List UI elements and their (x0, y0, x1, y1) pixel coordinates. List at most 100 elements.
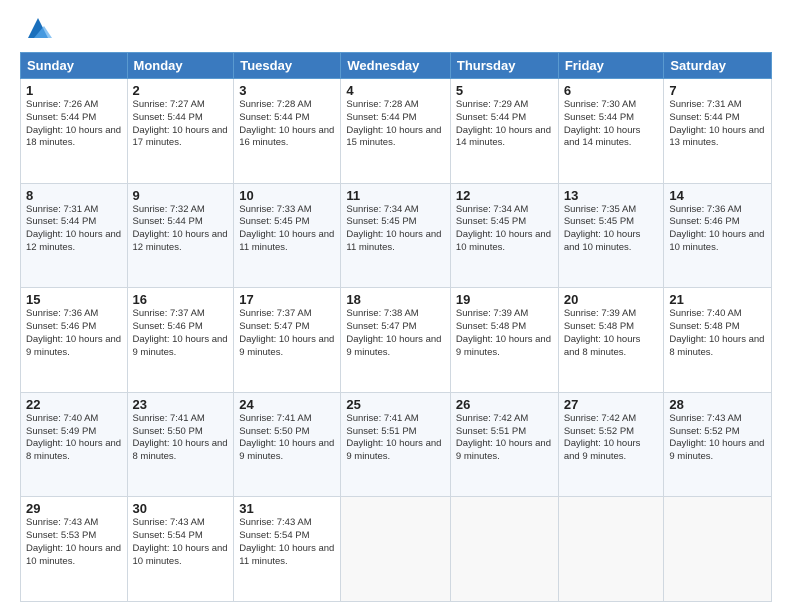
day-info: Sunrise: 7:31 AMSunset: 5:44 PMDaylight:… (669, 99, 764, 148)
calendar-cell: 2 Sunrise: 7:27 AMSunset: 5:44 PMDayligh… (127, 79, 234, 184)
day-header-tuesday: Tuesday (234, 53, 341, 79)
day-info: Sunrise: 7:33 AMSunset: 5:45 PMDaylight:… (239, 204, 334, 253)
calendar-cell (558, 497, 664, 602)
day-number: 19 (456, 292, 553, 307)
calendar-cell: 5 Sunrise: 7:29 AMSunset: 5:44 PMDayligh… (450, 79, 558, 184)
day-number: 31 (239, 501, 335, 516)
calendar-cell: 25 Sunrise: 7:41 AMSunset: 5:51 PMDaylig… (341, 392, 451, 497)
day-info: Sunrise: 7:28 AMSunset: 5:44 PMDaylight:… (239, 99, 334, 148)
day-info: Sunrise: 7:42 AMSunset: 5:52 PMDaylight:… (564, 413, 641, 462)
calendar-cell: 8 Sunrise: 7:31 AMSunset: 5:44 PMDayligh… (21, 183, 128, 288)
calendar-cell: 31 Sunrise: 7:43 AMSunset: 5:54 PMDaylig… (234, 497, 341, 602)
page: SundayMondayTuesdayWednesdayThursdayFrid… (0, 0, 792, 612)
calendar-cell: 4 Sunrise: 7:28 AMSunset: 5:44 PMDayligh… (341, 79, 451, 184)
day-info: Sunrise: 7:40 AMSunset: 5:48 PMDaylight:… (669, 308, 764, 357)
day-number: 28 (669, 397, 766, 412)
day-info: Sunrise: 7:34 AMSunset: 5:45 PMDaylight:… (346, 204, 441, 253)
calendar-week-row: 15 Sunrise: 7:36 AMSunset: 5:46 PMDaylig… (21, 288, 772, 393)
day-number: 18 (346, 292, 445, 307)
calendar-cell (664, 497, 772, 602)
day-info: Sunrise: 7:43 AMSunset: 5:53 PMDaylight:… (26, 517, 121, 566)
day-number: 22 (26, 397, 122, 412)
day-info: Sunrise: 7:43 AMSunset: 5:52 PMDaylight:… (669, 413, 764, 462)
day-number: 4 (346, 83, 445, 98)
calendar-cell: 15 Sunrise: 7:36 AMSunset: 5:46 PMDaylig… (21, 288, 128, 393)
day-number: 2 (133, 83, 229, 98)
calendar-week-row: 22 Sunrise: 7:40 AMSunset: 5:49 PMDaylig… (21, 392, 772, 497)
day-header-saturday: Saturday (664, 53, 772, 79)
day-number: 25 (346, 397, 445, 412)
calendar-cell: 28 Sunrise: 7:43 AMSunset: 5:52 PMDaylig… (664, 392, 772, 497)
day-info: Sunrise: 7:39 AMSunset: 5:48 PMDaylight:… (564, 308, 641, 357)
day-number: 23 (133, 397, 229, 412)
calendar-cell: 24 Sunrise: 7:41 AMSunset: 5:50 PMDaylig… (234, 392, 341, 497)
calendar-cell: 30 Sunrise: 7:43 AMSunset: 5:54 PMDaylig… (127, 497, 234, 602)
day-info: Sunrise: 7:32 AMSunset: 5:44 PMDaylight:… (133, 204, 228, 253)
calendar-cell: 29 Sunrise: 7:43 AMSunset: 5:53 PMDaylig… (21, 497, 128, 602)
calendar-week-row: 8 Sunrise: 7:31 AMSunset: 5:44 PMDayligh… (21, 183, 772, 288)
day-number: 27 (564, 397, 659, 412)
day-header-thursday: Thursday (450, 53, 558, 79)
calendar-cell: 27 Sunrise: 7:42 AMSunset: 5:52 PMDaylig… (558, 392, 664, 497)
logo (20, 18, 52, 42)
day-info: Sunrise: 7:42 AMSunset: 5:51 PMDaylight:… (456, 413, 551, 462)
day-info: Sunrise: 7:35 AMSunset: 5:45 PMDaylight:… (564, 204, 641, 253)
calendar-cell: 1 Sunrise: 7:26 AMSunset: 5:44 PMDayligh… (21, 79, 128, 184)
day-number: 13 (564, 188, 659, 203)
day-info: Sunrise: 7:26 AMSunset: 5:44 PMDaylight:… (26, 99, 121, 148)
calendar-cell: 11 Sunrise: 7:34 AMSunset: 5:45 PMDaylig… (341, 183, 451, 288)
day-header-monday: Monday (127, 53, 234, 79)
day-info: Sunrise: 7:39 AMSunset: 5:48 PMDaylight:… (456, 308, 551, 357)
header (20, 18, 772, 42)
day-number: 9 (133, 188, 229, 203)
calendar-cell: 6 Sunrise: 7:30 AMSunset: 5:44 PMDayligh… (558, 79, 664, 184)
day-info: Sunrise: 7:43 AMSunset: 5:54 PMDaylight:… (239, 517, 334, 566)
day-number: 6 (564, 83, 659, 98)
calendar-header-row: SundayMondayTuesdayWednesdayThursdayFrid… (21, 53, 772, 79)
day-info: Sunrise: 7:36 AMSunset: 5:46 PMDaylight:… (669, 204, 764, 253)
day-number: 11 (346, 188, 445, 203)
calendar-cell: 19 Sunrise: 7:39 AMSunset: 5:48 PMDaylig… (450, 288, 558, 393)
calendar-cell: 22 Sunrise: 7:40 AMSunset: 5:49 PMDaylig… (21, 392, 128, 497)
day-info: Sunrise: 7:43 AMSunset: 5:54 PMDaylight:… (133, 517, 228, 566)
day-number: 30 (133, 501, 229, 516)
day-header-sunday: Sunday (21, 53, 128, 79)
day-info: Sunrise: 7:31 AMSunset: 5:44 PMDaylight:… (26, 204, 121, 253)
day-info: Sunrise: 7:30 AMSunset: 5:44 PMDaylight:… (564, 99, 641, 148)
day-number: 29 (26, 501, 122, 516)
day-number: 10 (239, 188, 335, 203)
calendar-cell: 12 Sunrise: 7:34 AMSunset: 5:45 PMDaylig… (450, 183, 558, 288)
day-number: 7 (669, 83, 766, 98)
day-header-friday: Friday (558, 53, 664, 79)
day-number: 21 (669, 292, 766, 307)
day-header-wednesday: Wednesday (341, 53, 451, 79)
day-info: Sunrise: 7:29 AMSunset: 5:44 PMDaylight:… (456, 99, 551, 148)
day-info: Sunrise: 7:36 AMSunset: 5:46 PMDaylight:… (26, 308, 121, 357)
day-number: 15 (26, 292, 122, 307)
day-number: 8 (26, 188, 122, 203)
calendar-cell: 23 Sunrise: 7:41 AMSunset: 5:50 PMDaylig… (127, 392, 234, 497)
day-number: 12 (456, 188, 553, 203)
day-info: Sunrise: 7:41 AMSunset: 5:51 PMDaylight:… (346, 413, 441, 462)
day-info: Sunrise: 7:37 AMSunset: 5:47 PMDaylight:… (239, 308, 334, 357)
day-number: 16 (133, 292, 229, 307)
day-number: 17 (239, 292, 335, 307)
logo-icon (24, 14, 52, 42)
calendar-cell: 21 Sunrise: 7:40 AMSunset: 5:48 PMDaylig… (664, 288, 772, 393)
calendar-cell: 17 Sunrise: 7:37 AMSunset: 5:47 PMDaylig… (234, 288, 341, 393)
calendar-cell: 3 Sunrise: 7:28 AMSunset: 5:44 PMDayligh… (234, 79, 341, 184)
day-number: 5 (456, 83, 553, 98)
day-info: Sunrise: 7:34 AMSunset: 5:45 PMDaylight:… (456, 204, 551, 253)
calendar-cell: 18 Sunrise: 7:38 AMSunset: 5:47 PMDaylig… (341, 288, 451, 393)
day-info: Sunrise: 7:27 AMSunset: 5:44 PMDaylight:… (133, 99, 228, 148)
day-number: 1 (26, 83, 122, 98)
day-info: Sunrise: 7:41 AMSunset: 5:50 PMDaylight:… (239, 413, 334, 462)
day-number: 3 (239, 83, 335, 98)
calendar-cell: 26 Sunrise: 7:42 AMSunset: 5:51 PMDaylig… (450, 392, 558, 497)
calendar-cell: 16 Sunrise: 7:37 AMSunset: 5:46 PMDaylig… (127, 288, 234, 393)
day-info: Sunrise: 7:40 AMSunset: 5:49 PMDaylight:… (26, 413, 121, 462)
day-info: Sunrise: 7:37 AMSunset: 5:46 PMDaylight:… (133, 308, 228, 357)
calendar-cell (341, 497, 451, 602)
calendar-cell: 13 Sunrise: 7:35 AMSunset: 5:45 PMDaylig… (558, 183, 664, 288)
day-number: 26 (456, 397, 553, 412)
